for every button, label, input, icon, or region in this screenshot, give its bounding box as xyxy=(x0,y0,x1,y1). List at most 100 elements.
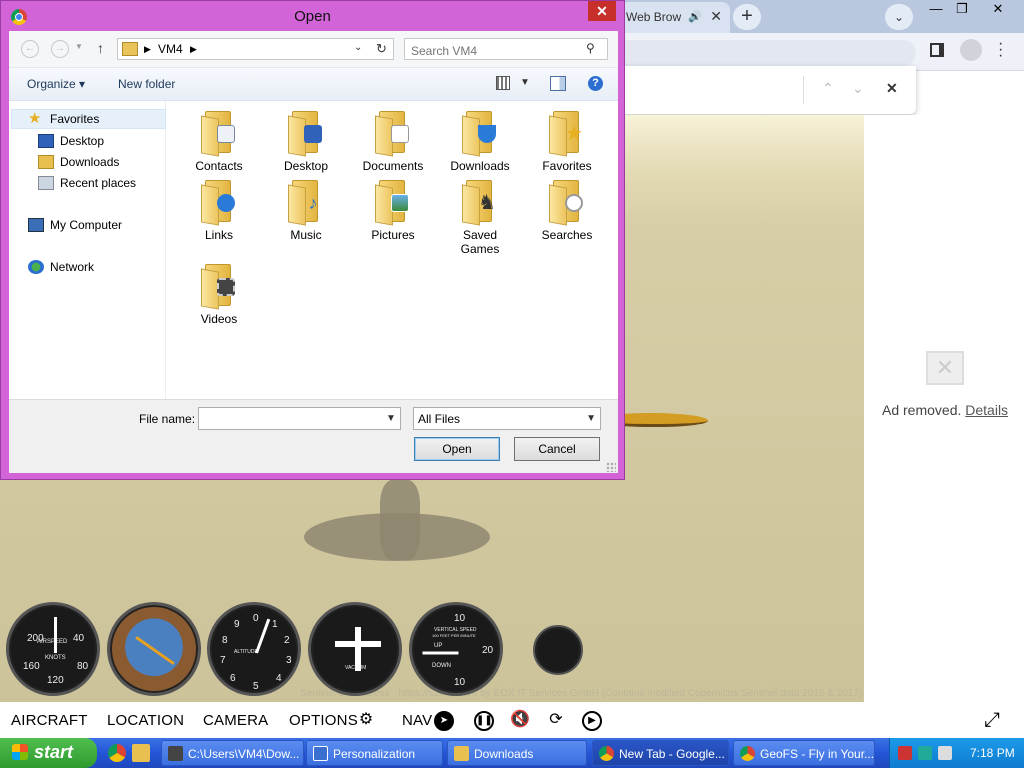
tab-web-browser[interactable]: Web Brow 🔊 ✕ xyxy=(620,2,730,33)
mute-icon[interactable]: 🔇 xyxy=(510,711,530,731)
refresh-icon[interactable]: ↻ xyxy=(376,41,387,57)
search-input[interactable] xyxy=(404,38,608,60)
folder-label: Saved Games xyxy=(460,228,500,256)
nav-recent-places[interactable]: Recent places xyxy=(38,176,136,190)
preview-pane-icon[interactable] xyxy=(550,76,566,91)
reset-icon[interactable]: ⟳ xyxy=(546,711,566,731)
nav-network[interactable]: Network xyxy=(28,260,94,274)
folder-pictures[interactable]: Pictures xyxy=(353,178,433,242)
explorer-quicklaunch-icon[interactable] xyxy=(132,744,150,762)
dialog-titlebar[interactable]: Open ✕ xyxy=(1,1,624,31)
views-icon[interactable] xyxy=(496,76,510,90)
gear-icon[interactable]: ⚙ xyxy=(356,711,376,731)
file-name-input[interactable] xyxy=(198,407,401,430)
security-alert-icon[interactable] xyxy=(898,746,912,760)
open-button[interactable]: Open xyxy=(414,437,500,461)
nav-favorites[interactable]: ★ Favorites xyxy=(28,110,99,127)
chrome-quicklaunch-icon[interactable] xyxy=(108,744,126,762)
compass-icon[interactable]: ➤ xyxy=(434,711,454,731)
aircraft-shadow-fuselage xyxy=(380,480,420,560)
new-tab-button[interactable]: + xyxy=(733,4,761,30)
menu-nav[interactable]: NAV xyxy=(402,712,432,729)
airspeed-label: AIRSPEED xyxy=(37,639,68,645)
new-folder-button[interactable]: New folder xyxy=(118,77,175,91)
cancel-button[interactable]: Cancel xyxy=(514,437,600,461)
profile-avatar[interactable] xyxy=(960,39,982,61)
folder-label: Contacts xyxy=(195,159,243,173)
folder-favorites[interactable]: ★ Favorites xyxy=(527,109,607,173)
folder-saved-games[interactable]: ♞ Saved Games xyxy=(440,178,520,256)
folder-icon xyxy=(122,42,138,56)
network-icon[interactable] xyxy=(918,746,932,760)
address-dropdown-icon[interactable]: ⌄ xyxy=(354,42,362,53)
ad-details-link[interactable]: Details xyxy=(965,402,1008,418)
folder-desktop[interactable]: Desktop xyxy=(266,109,346,173)
links-folder-icon xyxy=(199,178,239,226)
breadcrumb-separator-icon[interactable]: ▶ xyxy=(190,44,197,55)
folder-downloads[interactable]: Downloads xyxy=(440,109,520,173)
folder-label: Searches xyxy=(541,228,593,242)
menu-options[interactable]: OPTIONS xyxy=(289,712,358,729)
find-separator xyxy=(803,76,804,104)
resize-grip[interactable] xyxy=(606,462,616,472)
task-label: New Tab - Google... xyxy=(619,747,725,761)
side-panel-icon[interactable] xyxy=(930,43,944,57)
back-arrow-icon[interactable]: ← xyxy=(21,40,39,58)
speaker-icon[interactable]: 🔊 xyxy=(688,10,702,23)
dialog-close-button[interactable]: ✕ xyxy=(588,1,616,21)
fullscreen-icon[interactable]: ⤢ xyxy=(982,710,1002,731)
folder-icon xyxy=(454,746,469,761)
file-type-value: All Files xyxy=(418,412,461,426)
tab-search-button[interactable]: ⌄ xyxy=(885,4,913,30)
address-omnibox[interactable] xyxy=(620,40,916,66)
menu-location[interactable]: LOCATION xyxy=(107,712,184,729)
nav-desktop[interactable]: Desktop xyxy=(38,134,104,148)
altimeter-tick: 9 xyxy=(234,619,240,630)
find-next-icon[interactable]: ⌄ xyxy=(852,80,864,97)
airspeed-tick: 120 xyxy=(47,675,64,686)
menu-aircraft[interactable]: AIRCRAFT xyxy=(11,712,88,729)
forward-arrow-icon[interactable]: → xyxy=(51,40,69,58)
start-button[interactable]: start xyxy=(0,738,97,768)
folder-searches[interactable]: Searches xyxy=(527,178,607,242)
taskbar-item-new-tab[interactable]: New Tab - Google... xyxy=(592,740,729,766)
breadcrumb-separator-icon: ▶ xyxy=(144,44,151,54)
pause-icon[interactable]: ❚❚ xyxy=(474,711,494,731)
close-window-button[interactable]: ✕ xyxy=(982,0,1014,20)
views-dropdown-icon[interactable]: ▼ xyxy=(520,77,530,88)
breadcrumb-vm4[interactable]: VM4 xyxy=(158,42,183,56)
clock[interactable]: 7:18 PM xyxy=(970,746,1015,760)
menu-camera[interactable]: CAMERA xyxy=(203,712,268,729)
downloads-folder-icon xyxy=(38,155,54,169)
attitude-indicator xyxy=(107,602,201,696)
play-icon[interactable]: ▶ xyxy=(582,711,602,731)
taskbar-item-personalization[interactable]: Personalization xyxy=(306,740,443,766)
file-name-dropdown-icon[interactable]: ▼ xyxy=(386,413,396,424)
folder-label: Links xyxy=(204,228,233,242)
nav-my-computer[interactable]: My Computer xyxy=(28,218,122,232)
recent-locations-chevron-icon[interactable]: ▼ xyxy=(75,42,83,51)
taskbar-item-7zip[interactable]: C:\Users\VM4\Dow... xyxy=(161,740,304,766)
volume-muted-icon[interactable] xyxy=(938,746,952,760)
tab-close-icon[interactable]: ✕ xyxy=(710,8,722,25)
find-prev-icon[interactable]: ⌃ xyxy=(822,80,834,97)
restore-button[interactable]: ❐ xyxy=(946,0,978,20)
organize-button[interactable]: Organize ▾ xyxy=(27,77,85,91)
search-icon[interactable]: ⚲ xyxy=(586,41,595,55)
nav-downloads[interactable]: Downloads xyxy=(38,155,119,169)
address-bar[interactable]: ▶ VM4 ▶ ⌄ ↻ xyxy=(117,38,394,60)
folder-links[interactable]: Links xyxy=(179,178,259,242)
taskbar-item-geofs[interactable]: GeoFS - Fly in Your... xyxy=(733,740,875,766)
file-type-select[interactable]: All Files ▼ xyxy=(413,407,601,430)
help-icon[interactable]: ? xyxy=(588,76,603,91)
taskbar-item-downloads[interactable]: Downloads xyxy=(447,740,587,766)
menu-dots-icon[interactable]: · · · xyxy=(998,36,1003,64)
find-close-icon[interactable]: ✕ xyxy=(886,80,898,97)
command-bar: Organize ▾ New folder ▼ ? xyxy=(9,67,618,101)
folder-music[interactable]: ♪ Music xyxy=(266,178,346,242)
up-arrow-icon[interactable]: ↑ xyxy=(97,40,104,56)
folder-documents[interactable]: Documents xyxy=(353,109,433,173)
folder-videos[interactable]: Videos xyxy=(179,262,259,326)
vsi-down: DOWN xyxy=(432,663,451,669)
folder-contacts[interactable]: Contacts xyxy=(179,109,259,173)
